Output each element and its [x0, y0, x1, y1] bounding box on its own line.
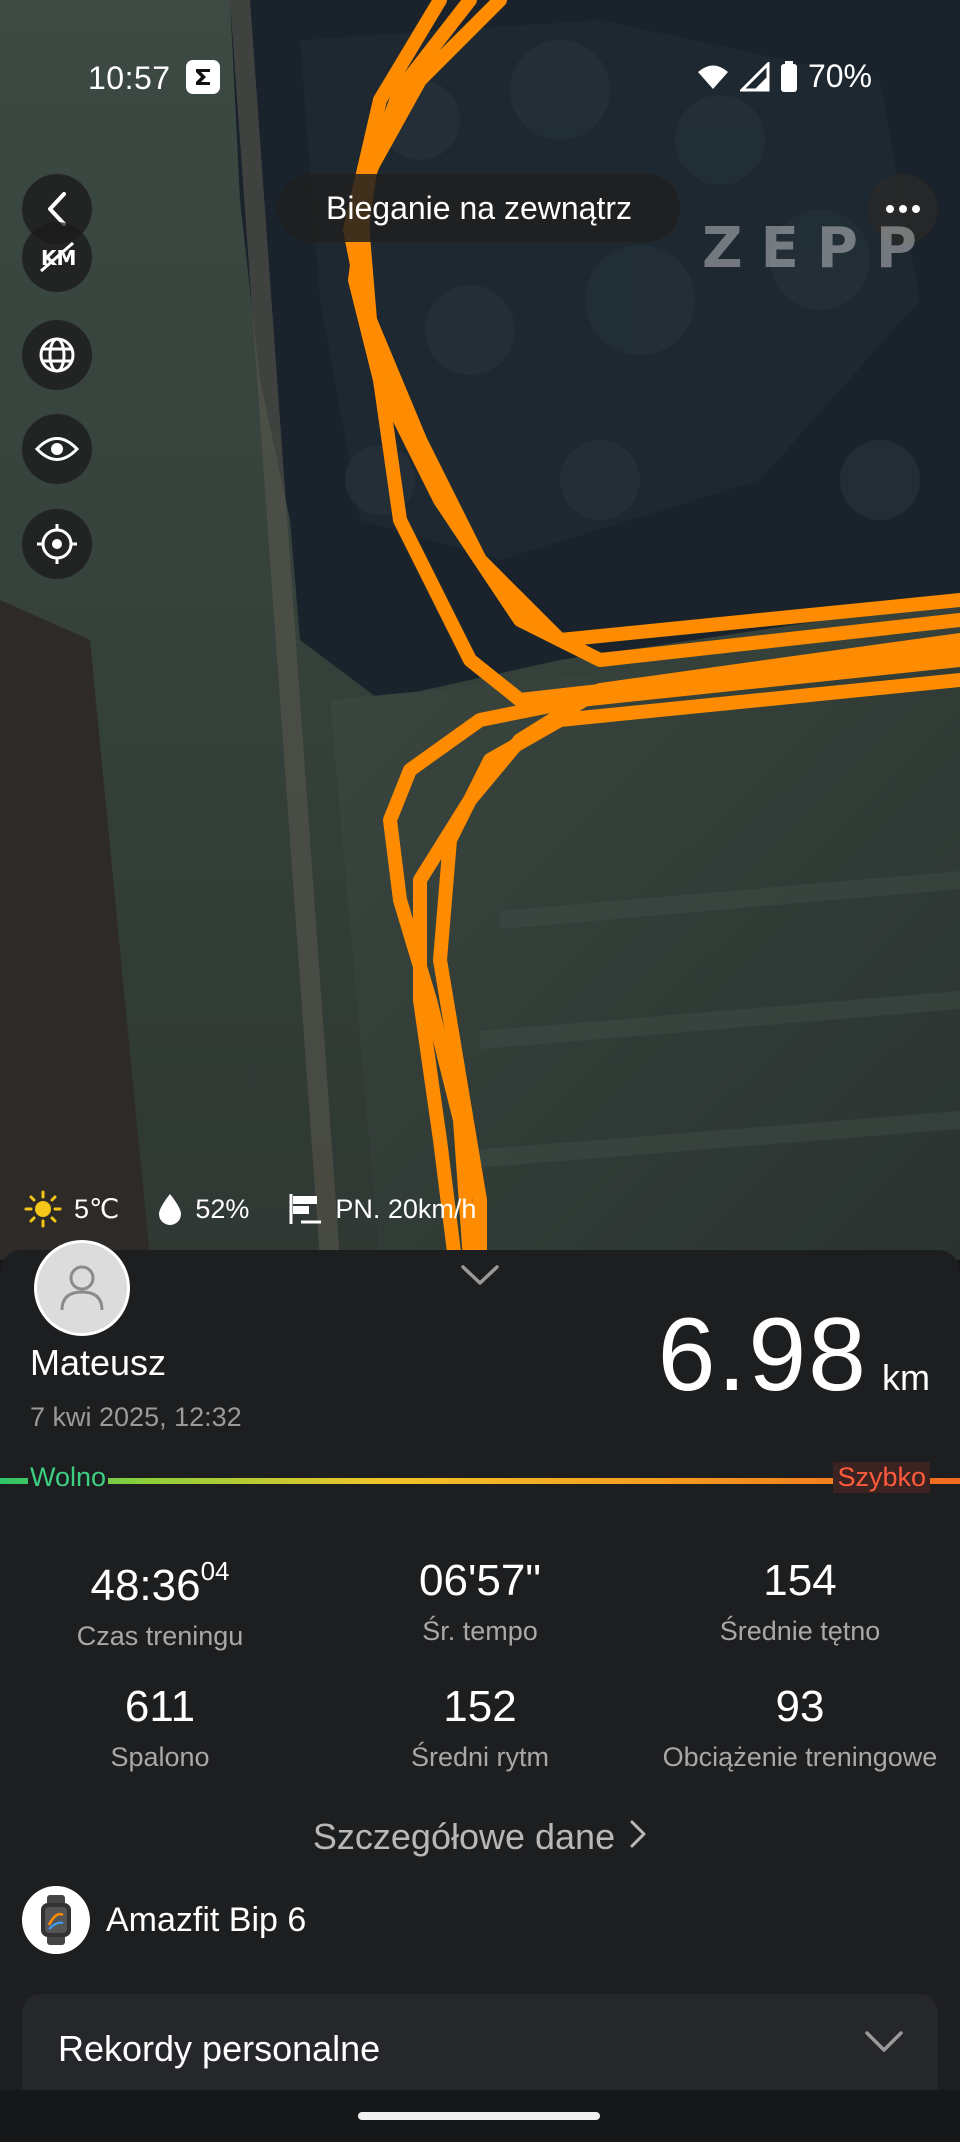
status-right: 70% — [696, 58, 872, 95]
stat-training-load: 93 Obciążenie treningowe — [640, 1682, 960, 1773]
status-bar: 10:57 70% — [0, 52, 960, 102]
weather-wind: PN. 20km/h — [287, 1192, 476, 1226]
personal-records-section[interactable]: Rekordy personalne — [22, 1994, 938, 2098]
weather-temperature: 5℃ — [24, 1190, 119, 1228]
droplet-icon — [159, 1194, 182, 1225]
personal-records-title: Rekordy personalne — [58, 2028, 381, 2069]
map-layer-button[interactable] — [22, 320, 92, 390]
user-icon — [60, 1265, 104, 1311]
stat-value: 48:36 — [90, 1561, 201, 1610]
stat-label: Śr. tempo — [422, 1616, 538, 1646]
temperature-value: 5℃ — [74, 1193, 120, 1224]
stat-label: Spalono — [110, 1742, 210, 1772]
globe-icon — [39, 337, 75, 373]
stat-label: Średni rytm — [410, 1742, 550, 1772]
wind-flag-icon — [289, 1194, 322, 1224]
workout-summary-sheet: Mateusz 7 kwi 2025, 12:32 6.98 km Wolno … — [0, 1240, 960, 2142]
visibility-toggle[interactable] — [22, 414, 92, 484]
stat-value-sup: 04 — [200, 1556, 230, 1586]
status-time: 10:57 — [88, 60, 171, 96]
wind-value: PN. 20km/h — [335, 1193, 477, 1224]
stat-avg-pace: 06'57" Śr. tempo — [320, 1556, 640, 1647]
weather-row: 5℃ 52% PN. 20km/h — [24, 1190, 514, 1228]
detailed-data-link[interactable]: Szczegółowe dane — [0, 1816, 960, 1858]
workout-date: 7 kwi 2025, 12:32 — [30, 1402, 242, 1432]
device-name: Amazfit Bip 6 — [106, 1900, 307, 1939]
stat-workout-time: 48:3604 Czas treningu — [0, 1556, 320, 1652]
distance-unit: km — [882, 1357, 930, 1398]
stat-label: Średnie tętno — [719, 1616, 881, 1646]
locate-icon — [37, 524, 77, 564]
more-dots-icon — [886, 205, 920, 213]
collapse-sheet-button[interactable] — [460, 1264, 500, 1291]
pace-gradient-bar — [0, 1478, 960, 1484]
device-row[interactable]: Amazfit Bip 6 — [22, 1886, 306, 1954]
wifi-icon — [697, 65, 728, 89]
user-name: Mateusz — [30, 1342, 167, 1383]
signal-icon — [739, 61, 770, 91]
sun-icon — [24, 1190, 62, 1228]
stat-avg-cadence: 152 Średni rytm — [320, 1682, 640, 1773]
route-map[interactable]: 10:57 70% Bieganie na zewnątrz ZEPP KM 5… — [0, 0, 960, 1260]
humidity-value: 52% — [195, 1193, 250, 1224]
home-gesture-bar[interactable] — [358, 2112, 600, 2120]
pace-fast-label: Szybko — [833, 1462, 930, 1493]
stat-calories: 611 Spalono — [0, 1682, 320, 1773]
stat-value: 611 — [124, 1682, 196, 1731]
hide-distance-toggle[interactable]: KM — [22, 222, 92, 292]
workout-type-title: Bieganie na zewnątrz — [278, 174, 680, 242]
avatar[interactable] — [34, 1240, 130, 1336]
chevron-down-icon — [461, 1265, 499, 1285]
pace-slow-label: Wolno — [28, 1462, 109, 1493]
distance-display: 6.98 km — [658, 1296, 930, 1415]
chevron-down-icon — [864, 2030, 904, 2059]
locate-button[interactable] — [22, 509, 92, 579]
stat-avg-heart-rate: 154 Średnie tętno — [640, 1556, 960, 1647]
chevron-right-icon — [629, 1816, 647, 1858]
eye-icon — [35, 437, 79, 461]
stat-label: Obciążenie treningowe — [662, 1742, 938, 1772]
distance-value: 6.98 — [657, 1297, 868, 1413]
stat-value: 152 — [443, 1682, 517, 1731]
zepp-app-icon — [186, 60, 220, 94]
watch-icon — [22, 1886, 90, 1954]
stat-label: Czas treningu — [76, 1621, 244, 1651]
detailed-data-label: Szczegółowe dane — [312, 1816, 616, 1857]
battery-percent: 70% — [807, 58, 872, 94]
weather-humidity: 52% — [157, 1192, 249, 1226]
battery-icon — [780, 60, 797, 92]
stat-value: 06'57" — [419, 1556, 541, 1605]
stat-value: 93 — [775, 1682, 825, 1731]
zepp-logo: ZEPP — [702, 216, 935, 281]
stat-value: 154 — [763, 1556, 837, 1605]
hide-distance-icon: KM — [40, 241, 76, 273]
